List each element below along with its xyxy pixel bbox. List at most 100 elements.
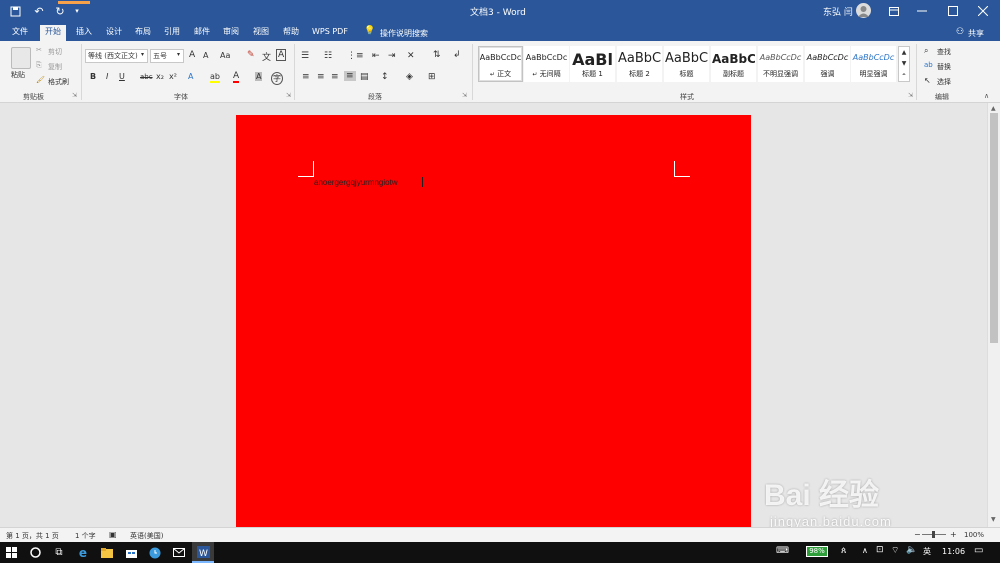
replace-icon[interactable]: ab (924, 61, 933, 69)
save-icon[interactable] (8, 4, 22, 18)
dialog-launcher-icon[interactable]: ⇲ (286, 92, 291, 99)
vertical-scrollbar[interactable]: ▲ ▼ (987, 103, 1000, 527)
enclosed-char-icon[interactable]: 字 (271, 72, 283, 85)
font-family-select[interactable]: 等线 (西文正文) (85, 49, 148, 63)
phonetic-guide-icon[interactable]: 文 (262, 50, 271, 63)
more-styles-icon[interactable]: ⩡ (899, 69, 909, 80)
tell-me-search[interactable]: 操作说明搜索 (380, 28, 428, 39)
font-color-icon[interactable]: A (233, 71, 240, 83)
numbering-icon[interactable]: ☷ (324, 51, 332, 61)
tab-mailings[interactable]: 邮件 (189, 25, 215, 41)
network-icon[interactable]: ⊡ (876, 545, 884, 555)
chevron-up-icon[interactable]: ∧ (862, 546, 868, 555)
clear-formatting-icon[interactable]: ✎ (247, 50, 255, 60)
style-heading-2[interactable]: AaBbC 标题 2 (617, 46, 662, 82)
replace-button[interactable]: 替换 (937, 62, 951, 72)
superscript-icon[interactable]: x² (169, 72, 177, 81)
clock[interactable]: 11:06 (942, 547, 965, 556)
align-right-icon[interactable]: ≡ (331, 72, 339, 82)
shrink-font-button[interactable]: A (203, 51, 208, 60)
subscript-icon[interactable]: x₂ (156, 72, 164, 81)
avatar[interactable] (856, 3, 871, 18)
text-effects-icon[interactable]: A (188, 72, 193, 81)
align-center-icon[interactable]: ≡ (317, 72, 325, 82)
tab-wps-pdf[interactable]: WPS PDF (307, 25, 353, 41)
document-text[interactable]: anoergergqjyurmngiotw (314, 178, 398, 187)
redo-icon[interactable]: ↻ (53, 4, 67, 18)
input-keyboard-icon[interactable]: ⌨ (776, 546, 789, 556)
people-icon[interactable]: ጰ (841, 546, 846, 556)
format-painter-button[interactable]: 格式刷 (48, 77, 69, 87)
word-taskbar-icon[interactable]: W (192, 542, 214, 563)
find-icon[interactable]: ⌕ (924, 46, 928, 56)
paste-button[interactable]: 粘贴 (11, 70, 25, 80)
show-marks-icon[interactable]: ↲ (453, 50, 461, 60)
language[interactable]: 英语(美国) (130, 531, 163, 541)
battery-indicator[interactable]: 98% (806, 546, 828, 557)
chevron-down-icon[interactable]: ▼ (899, 58, 909, 69)
chevron-down-icon[interactable]: ▾ (177, 51, 180, 58)
strikethrough-icon[interactable]: abc (140, 73, 153, 81)
minimize-icon[interactable] (915, 4, 929, 18)
multilevel-list-icon[interactable]: ⋮≡ (347, 51, 364, 61)
zoom-in-icon[interactable]: + (950, 530, 957, 539)
copy-icon[interactable]: ⎘ (36, 61, 42, 70)
cortana-icon[interactable] (24, 542, 46, 563)
style-heading-1[interactable]: AaBl 标题 1 (570, 46, 615, 82)
wifi-icon[interactable]: ⌔ (891, 545, 899, 556)
sort-icon[interactable]: ⇅ (433, 50, 441, 60)
tab-design[interactable]: 设计 (101, 25, 127, 41)
grow-font-button[interactable]: A (189, 50, 195, 60)
tab-review[interactable]: 审阅 (218, 25, 244, 41)
distributed-icon[interactable]: ▤ (360, 72, 369, 82)
style-emphasis[interactable]: AaBbCcDc 强调 (805, 46, 850, 82)
dialog-launcher-icon[interactable]: ⇲ (72, 92, 77, 99)
enclose-char-icon[interactable]: A (276, 49, 287, 61)
italic-icon[interactable]: I (106, 72, 108, 81)
cut-button[interactable]: 剪切 (48, 47, 62, 57)
select-icon[interactable]: ↖ (924, 76, 931, 85)
align-left-icon[interactable]: ≡ (302, 72, 310, 82)
style-normal[interactable]: AaBbCcDc ↵ 正文 (478, 46, 523, 82)
style-title[interactable]: AaBbC 标题 (664, 46, 709, 82)
zoom-out-icon[interactable]: − (914, 530, 921, 539)
char-shading-icon[interactable]: A (255, 72, 263, 81)
style-no-spacing[interactable]: AaBbCcDc ↵ 无间隔 (524, 46, 569, 82)
borders-icon[interactable]: ⊞ (428, 72, 436, 82)
shading-icon[interactable]: ◈ (406, 72, 413, 82)
tab-view[interactable]: 视图 (248, 25, 274, 41)
share-button[interactable]: 共享 (968, 28, 984, 39)
word-count[interactable]: 1 个字 (75, 531, 96, 541)
zoom-thumb[interactable] (932, 531, 935, 538)
highlight-icon[interactable]: ab (210, 72, 220, 83)
customize-quick-access-icon[interactable]: ▾ (72, 4, 82, 18)
format-painter-icon[interactable]: 🖌 (36, 76, 45, 84)
tab-references[interactable]: 引用 (159, 25, 185, 41)
styles-scroll[interactable]: ▲ ▼ ⩡ (898, 46, 910, 82)
scroll-down-icon[interactable]: ▼ (991, 516, 996, 523)
store-icon[interactable] (120, 542, 142, 563)
clock-app-icon[interactable] (144, 542, 166, 563)
paste-icon[interactable] (11, 47, 31, 69)
edge-icon[interactable]: e (72, 542, 94, 563)
chevron-down-icon[interactable]: ▾ (141, 51, 144, 58)
scroll-up-icon[interactable]: ▲ (991, 105, 996, 112)
bullets-icon[interactable]: ☰ (301, 51, 309, 61)
style-subtle-emphasis[interactable]: AaBbCcDc 不明显强调 (758, 46, 803, 82)
proofing-icon[interactable]: ▣ (109, 530, 117, 539)
close-icon[interactable] (976, 4, 990, 18)
style-subtitle[interactable]: AaBbC 副标题 (711, 46, 756, 82)
volume-icon[interactable]: 🔈 (906, 545, 917, 555)
dialog-launcher-icon[interactable]: ⇲ (462, 92, 467, 99)
action-center-icon[interactable]: ▭ (974, 545, 983, 556)
tab-layout[interactable]: 布局 (130, 25, 156, 41)
ribbon-display-options-icon[interactable] (887, 4, 901, 18)
dialog-launcher-icon[interactable]: ⇲ (908, 92, 913, 99)
line-spacing-icon[interactable]: ↕ (381, 72, 389, 82)
page-count[interactable]: 第 1 页，共 1 页 (6, 531, 59, 541)
collapse-ribbon-icon[interactable]: ∧ (984, 92, 989, 100)
tab-help[interactable]: 帮助 (278, 25, 304, 41)
chevron-up-icon[interactable]: ▲ (899, 47, 909, 58)
undo-icon[interactable]: ↶ (30, 4, 48, 18)
scroll-thumb[interactable] (990, 113, 998, 343)
